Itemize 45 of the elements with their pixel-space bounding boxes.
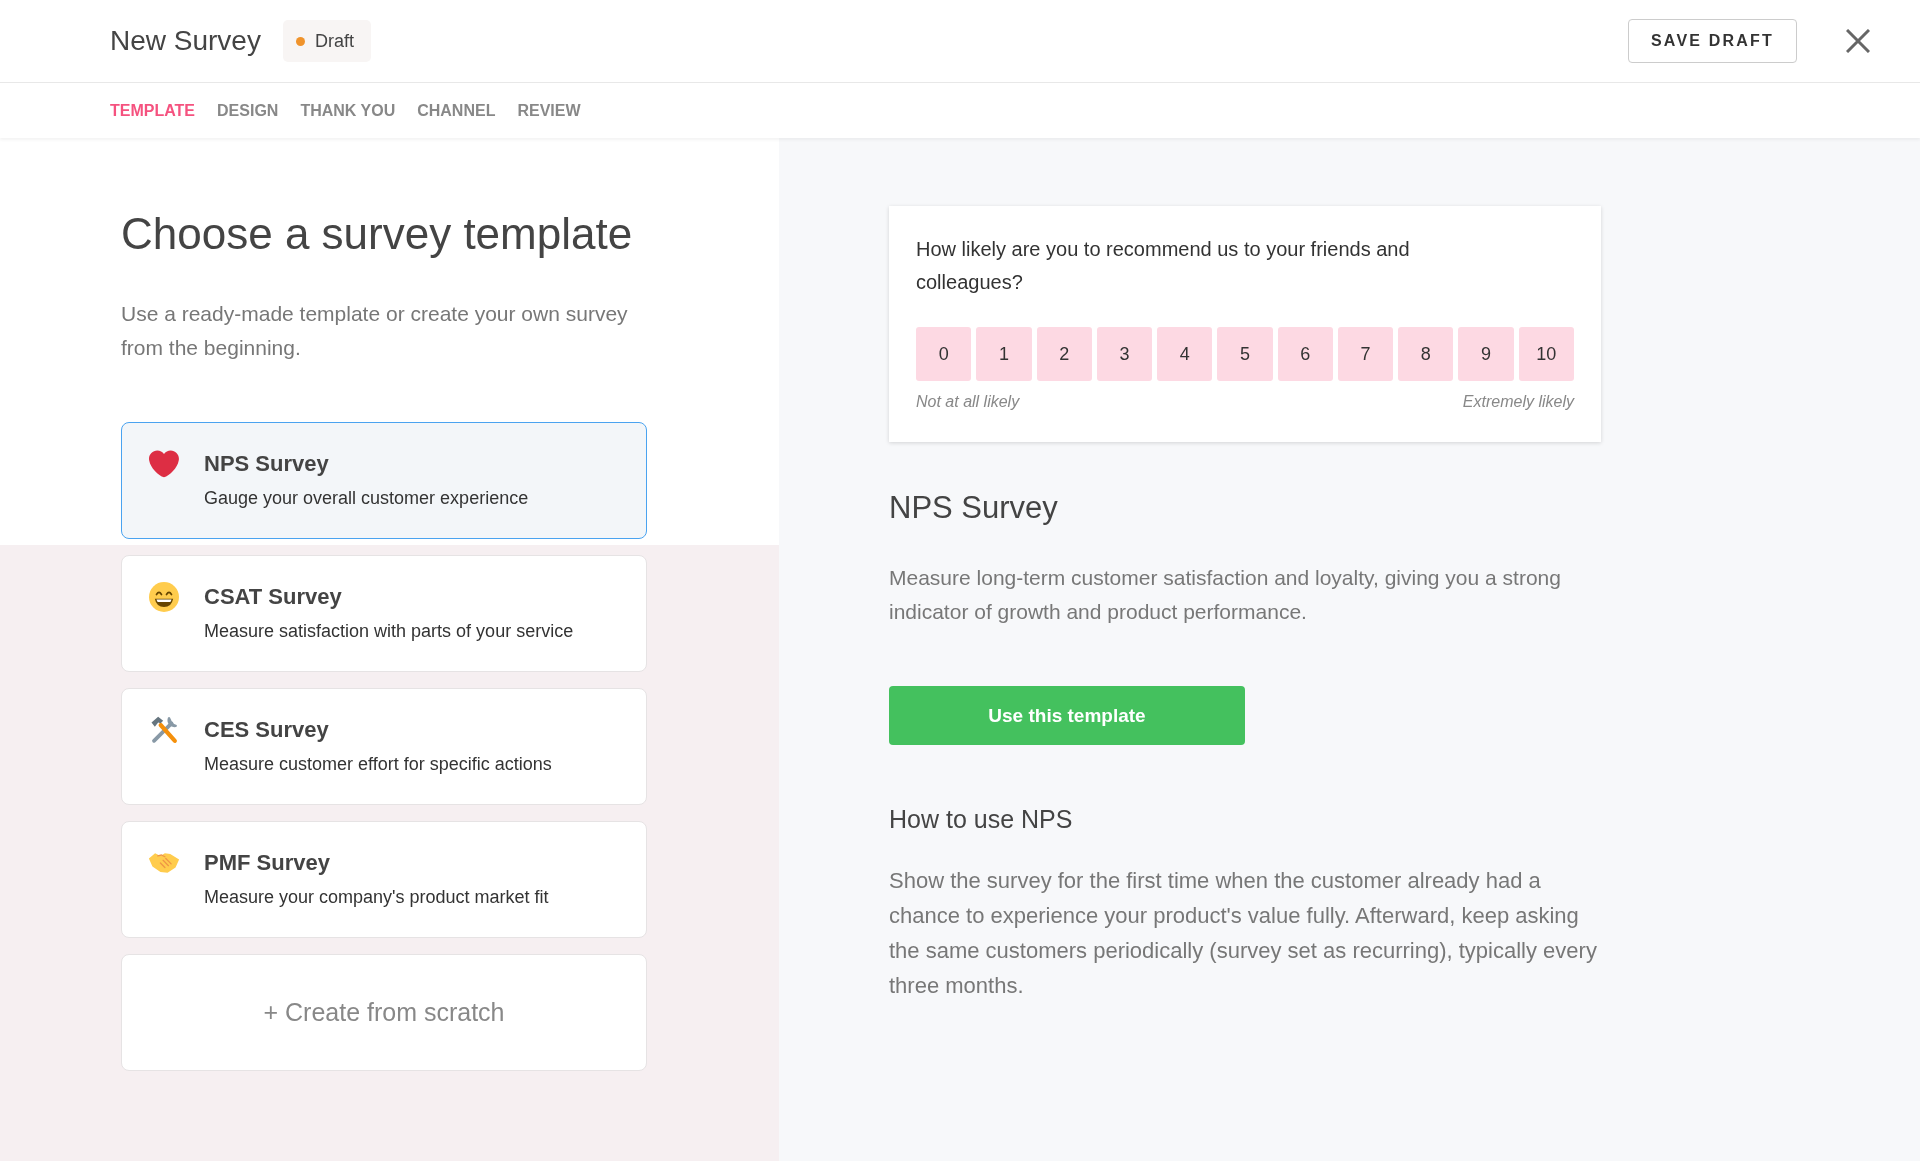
tab[interactable]: THANK YOU: [300, 101, 396, 120]
score-option[interactable]: 8: [1398, 327, 1454, 381]
template-description: Gauge your overall customer experience: [204, 487, 529, 510]
scale-low-label: Not at all likely: [916, 392, 1020, 412]
tab[interactable]: DESIGN: [217, 101, 279, 120]
template-title: NPS Survey: [204, 450, 330, 478]
score-option[interactable]: 10: [1518, 327, 1574, 381]
close-icon[interactable]: [1846, 29, 1870, 53]
scale-high-label: Extremely likely: [1462, 392, 1574, 412]
template-card[interactable]: PMF Survey Measure your company's product market fit: [121, 821, 647, 938]
heart-icon: [148, 449, 180, 479]
score-option[interactable]: 2: [1036, 327, 1092, 381]
status-dot-icon: [295, 36, 305, 46]
template-card[interactable]: NPS Survey Gauge your overall customer experience: [121, 422, 647, 539]
page-heading: Choose a survey template: [121, 208, 634, 260]
create-from-scratch-button[interactable]: + Create from scratch: [121, 954, 647, 1071]
how-to-text: Show the survey for the first time when the customer already had a chance to experience your product's value fully. Afterward, keep asking the same customers periodically (survey set as recurring), typically every three months.: [889, 867, 1598, 1000]
tab[interactable]: REVIEW: [517, 101, 581, 120]
survey-title: New Survey: [110, 25, 261, 57]
save-draft-button[interactable]: SAVE DRAFT: [1628, 19, 1797, 63]
template-title: PMF Survey: [204, 849, 331, 877]
score-option[interactable]: 5: [1217, 327, 1273, 381]
score-option[interactable]: 7: [1337, 327, 1394, 381]
score-option[interactable]: 9: [1458, 327, 1514, 381]
page-subtitle: Use a ready-made template or create your own survey from the beginning.: [121, 301, 629, 361]
survey-question: How likely are you to recommend us to your friends and colleagues?: [916, 237, 1411, 295]
template-heading: NPS Survey: [889, 489, 1058, 527]
grinning-face-icon: [148, 582, 180, 612]
template-card[interactable]: CSAT Survey Measure satisfaction with parts of your service: [121, 555, 647, 672]
template-title: CES Survey: [204, 716, 330, 744]
hammer-and-wrench-icon: [148, 715, 180, 745]
template-description: Measure customer effort for specific actions: [204, 753, 552, 776]
template-card[interactable]: CES Survey Measure customer effort for specific actions: [121, 688, 647, 805]
score-option[interactable]: 4: [1157, 327, 1213, 381]
template-description: Measure your company's product market fit: [204, 886, 549, 909]
template-description: Measure satisfaction with parts of your service: [204, 620, 574, 643]
score-option[interactable]: 3: [1096, 327, 1153, 381]
how-to-heading: How to use NPS: [889, 804, 1073, 835]
score-option[interactable]: 1: [976, 327, 1032, 381]
score-option[interactable]: 6: [1277, 327, 1333, 381]
template-summary: Measure long-term customer satisfaction and loyalty, giving you a strong indicator of growth and product performance.: [889, 565, 1562, 625]
template-title: CSAT Survey: [204, 583, 343, 611]
status-label: Draft: [314, 30, 354, 52]
tab[interactable]: CHANNEL: [417, 101, 496, 120]
score-option[interactable]: 0: [916, 327, 972, 381]
